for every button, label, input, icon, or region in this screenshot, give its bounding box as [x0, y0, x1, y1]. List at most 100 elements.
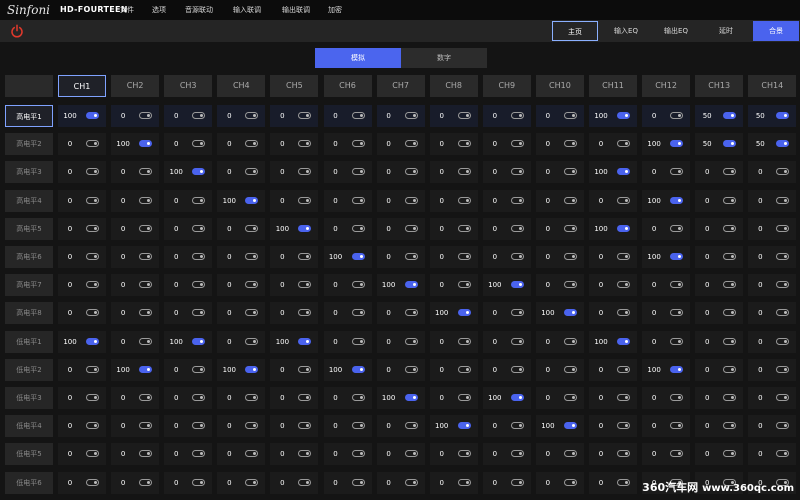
level-value[interactable]: 100	[642, 190, 666, 212]
level-value[interactable]: 0	[324, 161, 348, 183]
mix-toggle[interactable]	[192, 112, 206, 119]
matrix-cell[interactable]: 0	[482, 246, 531, 268]
matrix-cell[interactable]: 0	[111, 217, 160, 240]
level-value[interactable]: 100	[536, 302, 560, 324]
level-value[interactable]: 0	[536, 161, 560, 183]
level-value[interactable]: 0	[111, 387, 135, 409]
mix-toggle[interactable]	[86, 478, 99, 486]
level-value[interactable]: 0	[217, 105, 241, 127]
row-label[interactable]: 高电平2	[5, 133, 53, 156]
mix-toggle[interactable]	[776, 281, 790, 289]
level-value[interactable]: 0	[377, 218, 401, 240]
nav-together-button[interactable]: 合景	[753, 21, 799, 41]
level-value[interactable]: 0	[589, 415, 613, 437]
mix-toggle[interactable]	[617, 365, 630, 373]
mix-toggle[interactable]	[617, 478, 630, 486]
matrix-cell[interactable]: 0	[482, 358, 531, 381]
matrix-cell[interactable]: 0	[164, 217, 213, 240]
matrix-cell[interactable]: 0	[270, 415, 319, 438]
matrix-cell[interactable]: 100	[535, 302, 584, 325]
mix-toggle[interactable]	[617, 224, 630, 232]
mix-toggle[interactable]	[723, 112, 737, 119]
mix-toggle[interactable]	[776, 309, 790, 317]
mix-toggle[interactable]	[139, 450, 153, 458]
matrix-cell[interactable]: 0	[58, 302, 106, 325]
matrix-cell[interactable]: 100	[589, 161, 637, 184]
mix-toggle[interactable]	[404, 253, 418, 260]
level-value[interactable]: 0	[377, 359, 401, 381]
level-value[interactable]: 100	[483, 387, 507, 409]
matrix-cell[interactable]: 0	[376, 471, 425, 494]
matrix-cell[interactable]: 0	[695, 189, 744, 212]
mix-toggle[interactable]	[723, 422, 737, 430]
mix-toggle[interactable]	[617, 450, 630, 458]
matrix-cell[interactable]: 0	[58, 246, 106, 268]
level-value[interactable]: 0	[748, 161, 772, 183]
mix-toggle[interactable]	[139, 337, 153, 345]
mix-toggle[interactable]	[670, 309, 684, 317]
matrix-cell[interactable]: 100	[58, 330, 106, 353]
matrix-cell[interactable]: 0	[748, 415, 797, 438]
matrix-cell[interactable]: 0	[642, 217, 691, 240]
mix-toggle[interactable]	[192, 196, 206, 204]
level-value[interactable]: 0	[377, 246, 401, 268]
matrix-cell[interactable]: 0	[111, 246, 160, 268]
matrix-cell[interactable]: 0	[111, 189, 160, 212]
mix-toggle[interactable]	[298, 337, 312, 345]
matrix-cell[interactable]: 0	[58, 387, 106, 409]
matrix-cell[interactable]: 0	[270, 358, 319, 381]
level-value[interactable]: 0	[536, 359, 560, 381]
mix-toggle[interactable]	[245, 422, 259, 430]
mix-toggle[interactable]	[86, 224, 99, 232]
matrix-cell[interactable]: 0	[589, 133, 637, 156]
mix-toggle[interactable]	[351, 281, 365, 289]
matrix-cell[interactable]: 100	[482, 274, 531, 297]
channel-header-ch1[interactable]: CH1	[58, 75, 106, 97]
mix-toggle[interactable]	[404, 337, 418, 345]
level-value[interactable]: 0	[58, 415, 82, 437]
level-value[interactable]: 0	[324, 443, 348, 465]
level-value[interactable]: 0	[377, 190, 401, 212]
level-value[interactable]: 0	[536, 274, 560, 296]
level-value[interactable]: 0	[270, 274, 294, 296]
level-value[interactable]: 100	[324, 359, 348, 381]
matrix-cell[interactable]: 100	[642, 246, 691, 268]
matrix-cell[interactable]: 0	[482, 330, 531, 353]
mix-toggle[interactable]	[192, 337, 206, 345]
mix-toggle[interactable]	[510, 140, 524, 148]
mix-toggle[interactable]	[563, 365, 577, 373]
matrix-cell[interactable]: 0	[323, 217, 372, 240]
matrix-cell[interactable]: 0	[217, 133, 266, 156]
level-value[interactable]: 0	[642, 105, 666, 127]
matrix-cell[interactable]: 0	[376, 133, 425, 156]
level-value[interactable]: 0	[58, 161, 82, 183]
matrix-cell[interactable]: 0	[323, 189, 372, 212]
level-value[interactable]: 0	[111, 443, 135, 465]
power-icon[interactable]	[10, 24, 24, 38]
mix-toggle[interactable]	[245, 112, 259, 119]
level-value[interactable]: 50	[695, 133, 719, 155]
level-value[interactable]: 0	[536, 443, 560, 465]
mix-toggle[interactable]	[351, 224, 365, 232]
matrix-cell[interactable]: 0	[270, 274, 319, 297]
level-value[interactable]: 0	[748, 443, 772, 465]
mix-toggle[interactable]	[510, 112, 524, 119]
level-value[interactable]: 0	[483, 302, 507, 324]
mix-toggle[interactable]	[617, 168, 630, 176]
level-value[interactable]: 0	[695, 161, 719, 183]
matrix-cell[interactable]: 0	[164, 302, 213, 325]
mix-toggle[interactable]	[351, 253, 365, 260]
level-value[interactable]: 0	[430, 105, 454, 127]
mix-toggle[interactable]	[723, 394, 737, 401]
level-value[interactable]: 0	[642, 331, 666, 353]
level-value[interactable]: 0	[430, 387, 454, 409]
mix-toggle[interactable]	[404, 394, 418, 401]
matrix-cell[interactable]: 0	[111, 330, 160, 353]
level-value[interactable]: 100	[324, 246, 348, 268]
mix-toggle[interactable]	[563, 450, 577, 458]
matrix-cell[interactable]: 0	[695, 161, 744, 184]
mix-toggle[interactable]	[192, 365, 206, 373]
level-value[interactable]: 0	[270, 387, 294, 409]
matrix-cell[interactable]: 0	[164, 133, 213, 156]
level-value[interactable]: 50	[695, 105, 719, 127]
